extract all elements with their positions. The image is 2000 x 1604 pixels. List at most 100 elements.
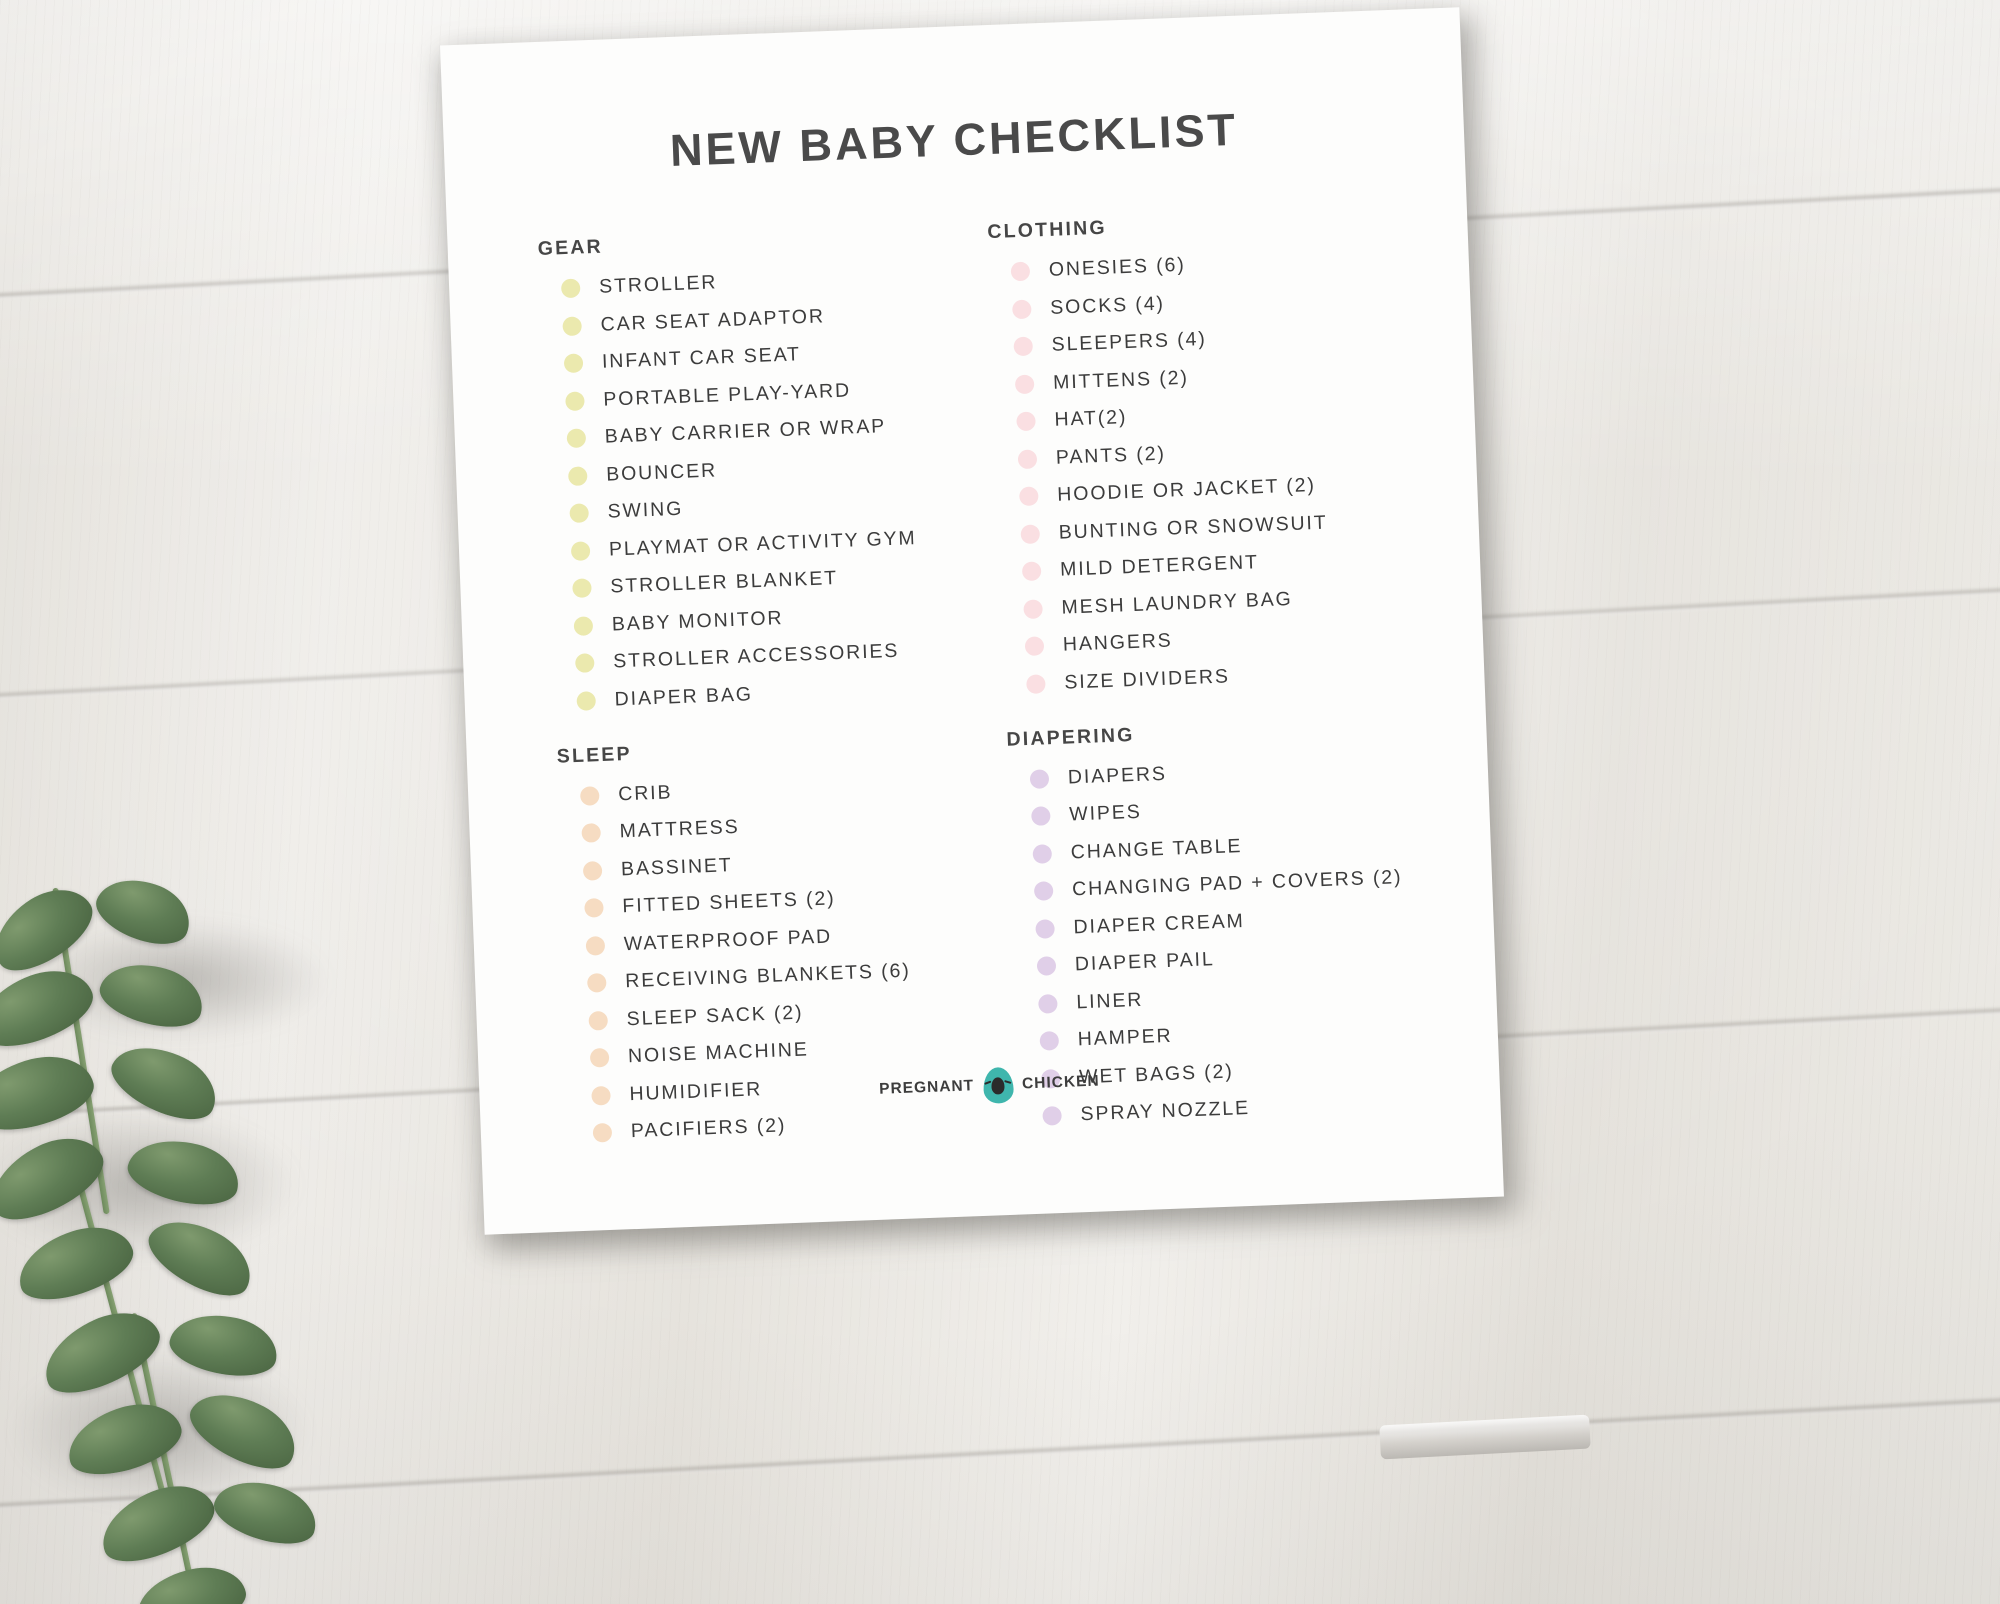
list-item[interactable]: PLAYMAT OR ACTIVITY GYM bbox=[570, 522, 990, 565]
bullet-dot-icon[interactable] bbox=[1017, 448, 1038, 469]
item-label: CHANGING PAD + COVERS (2) bbox=[1071, 866, 1403, 901]
left-column: GEAR STROLLER CAR SEAT ADAPTOR INFANT CA… bbox=[537, 222, 1011, 1158]
bullet-dot-icon[interactable] bbox=[1026, 673, 1046, 694]
item-label: PLAYMAT OR ACTIVITY GYM bbox=[608, 526, 917, 561]
list-item[interactable]: SWING bbox=[569, 484, 988, 527]
item-label: SLEEPERS (4) bbox=[1051, 328, 1208, 356]
bullet-dot-icon[interactable] bbox=[572, 578, 592, 598]
bullet-dot-icon[interactable] bbox=[576, 690, 597, 711]
item-label: SIZE DIVIDERS bbox=[1063, 664, 1231, 694]
bullet-dot-icon[interactable] bbox=[588, 1010, 609, 1031]
bullet-dot-icon[interactable] bbox=[1032, 843, 1053, 864]
bullet-dot-icon[interactable] bbox=[573, 615, 594, 636]
bullet-dot-icon[interactable] bbox=[1033, 881, 1054, 901]
bullet-dot-icon[interactable] bbox=[1020, 523, 1041, 544]
bullet-dot-icon[interactable] bbox=[1039, 1031, 1060, 1051]
list-item[interactable]: INFANT CAR SEAT bbox=[563, 334, 983, 377]
list-item[interactable]: HANGERS bbox=[1024, 617, 1443, 660]
bullet-dot-icon[interactable] bbox=[581, 823, 602, 843]
item-label: HANGERS bbox=[1062, 629, 1174, 656]
bullet-dot-icon[interactable] bbox=[569, 503, 590, 524]
bullet-dot-icon[interactable] bbox=[1011, 299, 1032, 319]
list-item[interactable]: STROLLER BLANKET bbox=[572, 559, 991, 602]
bullet-dot-icon[interactable] bbox=[563, 353, 584, 374]
list-item[interactable]: FITTED SHEETS (2) bbox=[584, 879, 1003, 922]
list-item[interactable]: HAMPER bbox=[1039, 1012, 1458, 1055]
list-item[interactable]: STROLLER ACCESSORIES bbox=[574, 634, 994, 677]
list-item[interactable]: MESH LAUNDRY BAG bbox=[1023, 580, 1442, 623]
bullet-dot-icon[interactable] bbox=[565, 390, 585, 411]
bullet-dot-icon[interactable] bbox=[1013, 336, 1034, 357]
item-label: WIPES bbox=[1068, 800, 1143, 826]
list-item[interactable]: BOUNCER bbox=[567, 447, 987, 490]
list-clothing: ONESIES (6) SOCKS (4) SLEEPERS (4) MITTE… bbox=[988, 243, 1444, 699]
item-label: STROLLER bbox=[598, 271, 718, 298]
list-item[interactable]: RECEIVING BLANKETS (6) bbox=[586, 954, 1006, 997]
list-item[interactable]: CHANGE TABLE bbox=[1032, 825, 1451, 868]
list-item[interactable]: PANTS (2) bbox=[1017, 430, 1436, 473]
bullet-dot-icon[interactable] bbox=[1035, 918, 1055, 939]
list-item[interactable]: LINER bbox=[1038, 975, 1457, 1018]
list-item[interactable]: DIAPER PAIL bbox=[1036, 937, 1455, 980]
list-item[interactable]: DIAPER BAG bbox=[576, 672, 995, 715]
list-item[interactable]: HAT(2) bbox=[1016, 393, 1435, 436]
bullet-dot-icon[interactable] bbox=[1029, 768, 1050, 789]
list-item[interactable]: MILD DETERGENT bbox=[1021, 542, 1441, 585]
item-label: SOCKS (4) bbox=[1049, 292, 1166, 319]
bullet-dot-icon[interactable] bbox=[589, 1047, 610, 1068]
bullet-dot-icon[interactable] bbox=[1014, 374, 1035, 394]
bullet-dot-icon[interactable] bbox=[1042, 1105, 1062, 1126]
bullet-dot-icon[interactable] bbox=[586, 972, 607, 993]
bullet-dot-icon[interactable] bbox=[585, 935, 606, 956]
bullet-dot-icon[interactable] bbox=[1036, 956, 1057, 976]
item-label: BUNTING OR SNOWSUIT bbox=[1058, 511, 1328, 544]
bullet-dot-icon[interactable] bbox=[560, 278, 581, 299]
bullet-dot-icon[interactable] bbox=[579, 785, 600, 806]
bullet-dot-icon[interactable] bbox=[574, 653, 595, 673]
item-label: WATERPROOF PAD bbox=[623, 924, 833, 955]
item-label: BOUNCER bbox=[605, 458, 718, 486]
bullet-dot-icon[interactable] bbox=[570, 540, 591, 561]
bullet-dot-icon[interactable] bbox=[562, 315, 582, 336]
list-item[interactable]: SLEEPERS (4) bbox=[1013, 318, 1432, 361]
bullet-dot-icon[interactable] bbox=[1016, 411, 1036, 432]
bullet-dot-icon[interactable] bbox=[567, 465, 588, 486]
list-item[interactable]: CAR SEAT ADAPTOR bbox=[562, 297, 981, 340]
bullet-dot-icon[interactable] bbox=[582, 860, 603, 881]
list-item[interactable]: SOCKS (4) bbox=[1011, 280, 1431, 323]
list-item[interactable]: DIAPERS bbox=[1029, 750, 1448, 793]
bullet-dot-icon[interactable] bbox=[592, 1122, 613, 1143]
bullet-dot-icon[interactable] bbox=[566, 428, 587, 449]
list-item[interactable]: NOISE MACHINE bbox=[589, 1029, 1009, 1072]
list-item[interactable]: HOODIE OR JACKET (2) bbox=[1019, 467, 1438, 510]
bullet-dot-icon[interactable] bbox=[1024, 636, 1045, 657]
list-item[interactable]: WATERPROOF PAD bbox=[585, 917, 1004, 960]
bullet-dot-icon[interactable] bbox=[1010, 261, 1031, 282]
section-title-clothing: CLOTHING bbox=[987, 216, 1108, 244]
bullet-dot-icon[interactable] bbox=[584, 898, 604, 918]
list-item[interactable]: BASSINET bbox=[582, 842, 1002, 885]
item-label: STROLLER BLANKET bbox=[610, 567, 839, 598]
item-label: PACIFIERS (2) bbox=[630, 1114, 787, 1143]
list-item[interactable]: SIZE DIVIDERS bbox=[1026, 655, 1445, 698]
list-item[interactable]: DIAPER CREAM bbox=[1035, 900, 1454, 943]
list-item[interactable]: STROLLER bbox=[560, 260, 980, 303]
bullet-dot-icon[interactable] bbox=[1038, 993, 1058, 1014]
item-label: RECEIVING BLANKETS (6) bbox=[624, 959, 912, 993]
list-item[interactable]: MATTRESS bbox=[581, 804, 1000, 847]
list-item[interactable]: ONESIES (6) bbox=[1010, 243, 1429, 286]
list-item[interactable]: CHANGING PAD + COVERS (2) bbox=[1033, 862, 1453, 905]
list-item[interactable]: PORTABLE PLAY-YARD bbox=[565, 372, 984, 415]
list-item[interactable]: CRIB bbox=[579, 767, 999, 810]
list-item[interactable]: MITTENS (2) bbox=[1014, 355, 1434, 398]
list-item[interactable]: WIPES bbox=[1031, 787, 1450, 830]
list-item[interactable]: BABY MONITOR bbox=[573, 597, 992, 640]
list-item[interactable]: SLEEP SACK (2) bbox=[588, 991, 1007, 1034]
bullet-dot-icon[interactable] bbox=[1019, 486, 1039, 507]
bullet-dot-icon[interactable] bbox=[1031, 806, 1051, 826]
bullet-dot-icon[interactable] bbox=[1021, 561, 1042, 582]
item-label: LINER bbox=[1075, 988, 1144, 1013]
list-item[interactable]: BABY CARRIER OR WRAP bbox=[566, 409, 985, 452]
list-item[interactable]: BUNTING OR SNOWSUIT bbox=[1020, 505, 1439, 548]
bullet-dot-icon[interactable] bbox=[1023, 598, 1043, 619]
